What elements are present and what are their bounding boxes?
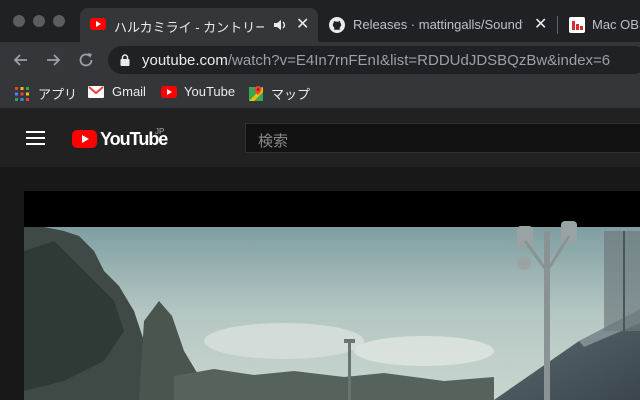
url-path: /watch?v=E4In7rnFEnI&list=RDDUdJDSBQzBw&… <box>227 52 611 69</box>
bookmark-youtube[interactable]: YouTube <box>161 84 235 99</box>
url-text: youtube.com/watch?v=E4In7rnFEnI&list=RDD… <box>142 52 610 69</box>
youtube-logo[interactable]: YouTube JP <box>72 126 182 152</box>
youtube-favicon-icon <box>90 18 106 30</box>
tab-separator <box>557 16 558 34</box>
bookmark-maps[interactable]: マップ <box>249 84 310 103</box>
maps-icon <box>249 86 263 101</box>
window-zoom-button[interactable] <box>53 15 65 27</box>
window-minimize-button[interactable] <box>33 15 45 27</box>
bookmark-label: YouTube <box>184 84 236 99</box>
lock-icon[interactable] <box>120 54 130 66</box>
github-favicon-icon <box>329 17 345 33</box>
youtube-masthead: YouTube JP 検索 <box>0 109 640 167</box>
apps-grid-icon <box>15 86 29 101</box>
back-arrow-icon[interactable] <box>13 52 29 68</box>
browser-toolbar: youtube.com/watch?v=E4In7rnFEnI&list=RDD… <box>0 42 640 78</box>
close-tab-icon[interactable]: ✕ <box>534 17 547 33</box>
forward-arrow-icon[interactable] <box>45 52 61 68</box>
url-host: youtube.com <box>142 52 228 69</box>
youtube-icon <box>161 85 177 98</box>
tab-title: Mac OBS <box>592 17 640 32</box>
search-placeholder: 検索 <box>258 133 289 150</box>
tab-github[interactable]: Releases · mattingalls/Soundflo ✕ <box>318 8 556 42</box>
video-player[interactable] <box>24 191 640 400</box>
menu-icon[interactable] <box>26 131 45 146</box>
youtube-logo-icon <box>72 130 97 148</box>
tab-title: Releases · mattingalls/Soundflo <box>353 17 523 32</box>
region-code: JP <box>155 127 165 136</box>
bookmark-label: Gmail <box>112 84 146 99</box>
address-bar[interactable]: youtube.com/watch?v=E4In7rnFEnI&list=RDD… <box>108 46 640 74</box>
red-favicon-icon <box>569 17 585 33</box>
bookmark-label: マップ <box>271 87 311 102</box>
tab-title: ハルカミライ - カントリーロー <box>114 20 264 35</box>
window-close-button[interactable] <box>13 15 25 27</box>
bookmark-label: アプリ <box>38 87 78 102</box>
tab-strip: ハルカミライ - カントリーロー ✕ Releases · mattingall… <box>0 0 640 42</box>
gmail-icon <box>88 85 104 98</box>
search-input[interactable]: 検索 <box>245 123 640 153</box>
bookmarks-bar: アプリ Gmail YouTube マップ <box>0 78 640 109</box>
video-frame <box>24 221 640 400</box>
close-tab-icon[interactable]: ✕ <box>296 17 309 33</box>
audio-playing-icon[interactable] <box>273 19 287 31</box>
tab-youtube[interactable]: ハルカミライ - カントリーロー ✕ <box>80 8 318 42</box>
tab-mac-obs[interactable]: Mac OBS <box>560 8 640 42</box>
reload-icon[interactable] <box>78 52 94 68</box>
bookmark-gmail[interactable]: Gmail <box>88 84 146 99</box>
bookmark-apps[interactable]: アプリ <box>15 84 77 103</box>
